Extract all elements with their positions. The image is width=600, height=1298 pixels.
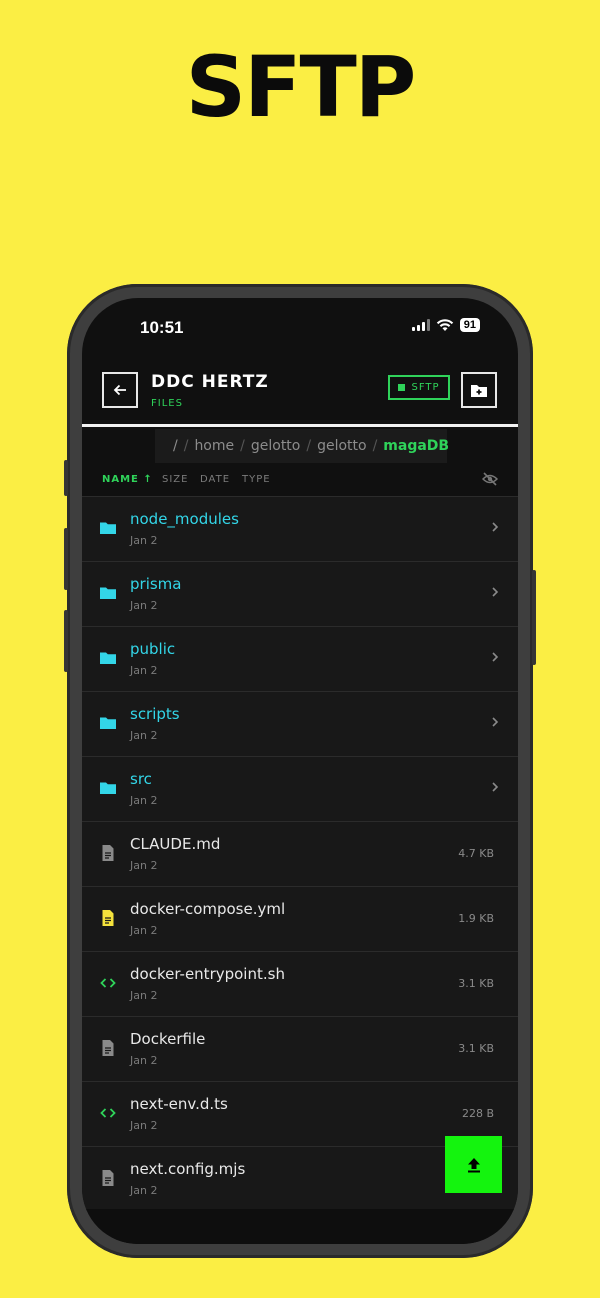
host-name: DDC HERTZ [151,372,269,392]
chevron-right-icon [492,522,499,532]
file-row[interactable]: Dockerfile Jan 2 3.1 KB [82,1016,518,1081]
eye-off-icon[interactable] [482,472,498,486]
file-date: Jan 2 [130,1184,158,1197]
yaml-document-icon [99,909,117,927]
file-date: Jan 2 [130,1119,158,1132]
file-name: node_modules [130,510,239,528]
folder-icon [99,649,117,667]
file-date: Jan 2 [130,859,158,872]
protocol-badge[interactable]: SFTP [388,375,450,400]
folder-row[interactable]: public Jan 2 [82,626,518,691]
document-icon [99,1169,117,1187]
file-name: docker-entrypoint.sh [130,965,285,983]
file-name: next-env.d.ts [130,1095,228,1113]
folder-icon [99,519,117,537]
breadcrumb-separator: / [240,438,245,454]
file-date: Jan 2 [130,599,158,612]
file-date: Jan 2 [130,729,158,742]
upload-icon [467,1157,480,1172]
file-date: Jan 2 [130,794,158,807]
app-header: DDC HERTZ FILES SFTP [82,358,518,424]
sort-by-date[interactable]: DATE [200,474,230,485]
breadcrumb-item[interactable]: gelotto [317,438,367,454]
app-screen: 10:51 91 DDC HERTZ FILES SFTP / / home /… [82,298,518,1244]
file-size: 4.7 KB [458,847,494,860]
battery-indicator: 91 [459,318,480,332]
document-icon [99,1039,117,1057]
file-size: 1.9 KB [458,912,494,925]
connection-dot-icon [398,384,406,391]
phone-volume-down-button [64,610,68,672]
file-name: public [130,640,176,658]
file-list: node_modules Jan 2 prisma Jan 2 public Jan 2s… [82,496,518,1211]
file-date: Jan 2 [130,924,158,937]
header-divider [82,424,518,427]
file-row[interactable]: CLAUDE.md Jan 2 4.7 KB [82,821,518,886]
back-button[interactable] [102,372,138,408]
status-bar: 10:51 91 [82,298,518,358]
phone-volume-up-button [64,528,68,590]
folder-icon [99,584,117,602]
status-icons: 91 [411,318,480,332]
file-name: scripts [130,705,180,723]
screen-subtitle: FILES [151,398,183,409]
phone-side-button [64,460,68,496]
protocol-label: SFTP [411,382,440,393]
file-row[interactable]: docker-entrypoint.sh Jan 2 3.1 KB [82,951,518,1016]
code-icon [99,974,117,992]
chevron-right-icon [492,587,499,597]
folder-row[interactable]: scripts Jan 2 [82,691,518,756]
file-name: next.config.mjs [130,1160,246,1178]
chevron-right-icon [492,717,499,727]
file-size: 3.1 KB [458,1042,494,1055]
new-folder-button[interactable] [461,372,497,408]
document-icon [99,844,117,862]
file-name: CLAUDE.md [130,835,221,853]
sort-by-type[interactable]: TYPE [242,474,271,485]
breadcrumb-separator: / [372,438,378,454]
file-row[interactable]: docker-compose.yml Jan 2 1.9 KB [82,886,518,951]
chevron-right-icon [492,652,499,662]
sort-by-size[interactable]: SIZE [162,474,188,485]
breadcrumb-item[interactable]: home [194,438,234,454]
folder-icon [99,714,117,732]
sort-bar: NAME ↑ SIZE DATE TYPE [82,466,518,496]
file-date: Jan 2 [130,989,158,1002]
file-size: 228 B [461,1107,494,1120]
promo-title: SFTP [185,38,417,136]
file-date: Jan 2 [130,1054,158,1067]
file-date: Jan 2 [130,664,158,677]
breadcrumb-root[interactable]: / [173,438,178,454]
wifi-icon [436,318,453,331]
file-name: src [130,770,152,788]
arrow-left-icon [113,384,126,396]
cellular-signal-icon [411,319,430,331]
file-date: Jan 2 [130,534,158,547]
file-name: Dockerfile [130,1030,206,1048]
code-icon [99,1104,117,1122]
phone-power-button [532,570,536,665]
breadcrumb-separator: / [183,438,189,454]
breadcrumb-separator: / [306,438,312,454]
folder-icon [99,779,117,797]
breadcrumb: / / home / gelotto / gelotto / magaDB [155,429,450,463]
new-folder-icon [471,385,487,397]
bottom-area [82,1209,518,1244]
folder-row[interactable]: node_modules Jan 2 [82,496,518,561]
breadcrumb-item[interactable]: gelotto [251,438,301,454]
folder-row[interactable]: prisma Jan 2 [82,561,518,626]
file-size: 3.1 KB [458,977,494,990]
sort-by-name[interactable]: NAME ↑ [102,474,153,485]
status-time: 10:51 [140,318,184,337]
file-name: docker-compose.yml [130,900,286,918]
chevron-right-icon [492,782,499,792]
upload-button[interactable] [445,1136,502,1193]
folder-row[interactable]: src Jan 2 [82,756,518,821]
file-name: prisma [130,575,182,593]
breadcrumb-current: magaDB [383,438,450,454]
